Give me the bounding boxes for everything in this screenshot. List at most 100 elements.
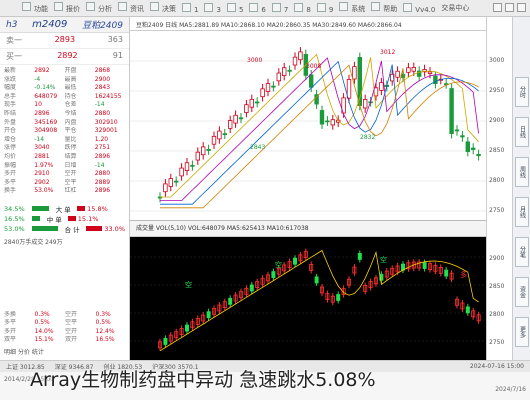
- side-tab-0[interactable]: 分时: [515, 77, 529, 107]
- top-menu-bar: 功能 报价 分析 资讯 决策 1 3 5 6 7 8 9 系统 帮助 Vv4.0 交易中心: [0, 0, 530, 17]
- menu-item-label: 3: [216, 5, 221, 14]
- stat-row: 外盘 345169 内盘 302910: [4, 119, 125, 128]
- price-tick: 2850: [489, 147, 505, 154]
- stat-label: 仓差: [64, 101, 77, 109]
- kline-chart[interactable]: 3000 3008 3012 2843 2832: [130, 31, 486, 221]
- candle-body: [184, 162, 190, 172]
- close-icon[interactable]: [517, 3, 526, 12]
- menu-item-13[interactable]: 帮助: [371, 2, 397, 14]
- side-tab-4[interactable]: 分笔: [515, 237, 529, 267]
- candle-body: [449, 88, 454, 135]
- stat-value: -14: [94, 101, 105, 109]
- ind-body: [422, 262, 427, 269]
- taskbar-right: 2024/7/16: [495, 386, 526, 393]
- price-label: 3000: [247, 57, 262, 64]
- side-tab-3[interactable]: 月线: [515, 197, 529, 227]
- menu-item-10[interactable]: 8: [294, 2, 311, 14]
- position-label: 双开: [65, 336, 78, 344]
- candle-body: [454, 129, 460, 132]
- stat-label: 昨结: [4, 109, 17, 117]
- candle-body: [244, 104, 249, 113]
- bid-row: 卖一 2893 363: [0, 33, 129, 49]
- quote-panel: h3 m2409 豆粕2409 卖一 2893 363 买一 2892 91 最…: [0, 17, 130, 360]
- position-value: 14.0%: [34, 327, 54, 335]
- flow-out-bar: [31, 226, 59, 232]
- ind-body: [357, 253, 362, 260]
- menu-item-3[interactable]: 资讯: [118, 2, 144, 14]
- candle-body: [255, 101, 260, 104]
- stat-value: 2843: [94, 84, 111, 92]
- menu-item-label: 6: [261, 5, 266, 14]
- stat-label: 外盘: [4, 118, 17, 126]
- candle-body: [249, 99, 254, 108]
- candle-body: [211, 135, 217, 145]
- stat-row: 昨结 2896 今结 2880: [4, 110, 125, 119]
- flow-label: 大 单: [55, 205, 71, 214]
- candle-body: [281, 67, 287, 76]
- menu-item-6[interactable]: 3: [204, 2, 221, 14]
- menu-item-0[interactable]: 功能: [22, 2, 48, 14]
- side-tab-2[interactable]: 周线: [515, 157, 529, 187]
- stat-label: 开盘: [64, 67, 77, 74]
- price-label: 2843: [250, 144, 265, 151]
- minimize-icon[interactable]: [493, 3, 502, 12]
- stat-value: 1624155: [94, 92, 122, 100]
- trade-center-link[interactable]: 交易中心: [441, 3, 469, 13]
- candle-body: [222, 133, 227, 136]
- candle-body: [476, 153, 481, 157]
- menu-item-14[interactable]: Vv4.0: [403, 2, 436, 14]
- price-label: 2832: [360, 134, 375, 141]
- stat-label: 幅度: [4, 84, 17, 92]
- menu-item-label: Vv4.0: [415, 5, 436, 14]
- capital-flow: 34.5% 大 单 15.8% 16.5% 中 单 15.1% 53.0% 合 计 33.0%: [0, 204, 129, 234]
- candle-body: [206, 149, 211, 151]
- position-row: 多换 0.3% 空开 0.3%: [4, 311, 126, 320]
- menu-item-11[interactable]: 9: [316, 2, 333, 14]
- menu-item-2[interactable]: 分析: [86, 2, 112, 14]
- ind-body: [228, 297, 233, 305]
- stat-value: 2881: [34, 152, 50, 160]
- contract-code[interactable]: m2409: [32, 19, 67, 30]
- indicator-chart[interactable]: 空空空多: [130, 237, 486, 360]
- signal-mark: 空: [185, 280, 192, 289]
- stat-row: 多开 2910 空开 2880: [4, 170, 125, 179]
- candle-body: [411, 67, 416, 72]
- side-tab-5[interactable]: 资金: [515, 277, 529, 307]
- menu-item-icon: [54, 2, 63, 11]
- menu-item-9[interactable]: 7: [271, 2, 288, 14]
- menu-item-label: 报价: [66, 5, 80, 13]
- candle-body: [168, 178, 173, 187]
- menu-item-4[interactable]: 决策: [150, 2, 176, 14]
- position-row: 双平 15.1% 双开 16.5%: [4, 336, 126, 345]
- position-value: 12.4%: [95, 327, 115, 335]
- menu-item-8[interactable]: 6: [249, 2, 266, 14]
- news-caption: Array生物制药盘中异动 急速跳水5.08%: [30, 369, 376, 391]
- panel-tabs[interactable]: 明细 分价 统计: [4, 347, 126, 356]
- stat-label: 多开: [4, 170, 17, 178]
- price-tick: 2900: [489, 117, 505, 124]
- menu-item-label: 5: [238, 5, 244, 14]
- side-tab-1[interactable]: 日线: [515, 117, 529, 147]
- menu-item-5[interactable]: 1: [182, 2, 198, 14]
- stat-row: 涨跌 -4 最高 2900: [4, 76, 125, 85]
- stat-value: 2896: [94, 187, 111, 195]
- candle-body: [460, 135, 465, 138]
- menu-item-7[interactable]: 5: [226, 2, 244, 14]
- menu-item-icon: [371, 2, 381, 11]
- flow-row: 34.5% 大 单 15.8%: [4, 204, 125, 214]
- position-value: 0.3%: [95, 310, 111, 318]
- stat-row: 开仓 304908 平仓 329001: [4, 127, 125, 136]
- chart-area[interactable]: 3000 3008 3012 2843 2832 成交量 VOL(5,10) VOL:6…: [130, 31, 486, 360]
- stat-value: 53.0%: [34, 187, 54, 195]
- menu-item-1[interactable]: 报价: [54, 2, 80, 14]
- ind-body: [271, 271, 276, 278]
- menu-item-icon: [249, 2, 259, 12]
- stat-value: 2910: [34, 170, 50, 178]
- stat-value: -14: [34, 135, 45, 143]
- menu-item-12[interactable]: 系统: [339, 2, 365, 14]
- side-tab-6[interactable]: 更多: [515, 317, 529, 347]
- stat-row: 现手 10 仓差 -14: [4, 101, 125, 110]
- ask-volume: 91: [112, 51, 123, 60]
- signal-mark: 多: [460, 270, 467, 279]
- maximize-icon[interactable]: [505, 3, 514, 12]
